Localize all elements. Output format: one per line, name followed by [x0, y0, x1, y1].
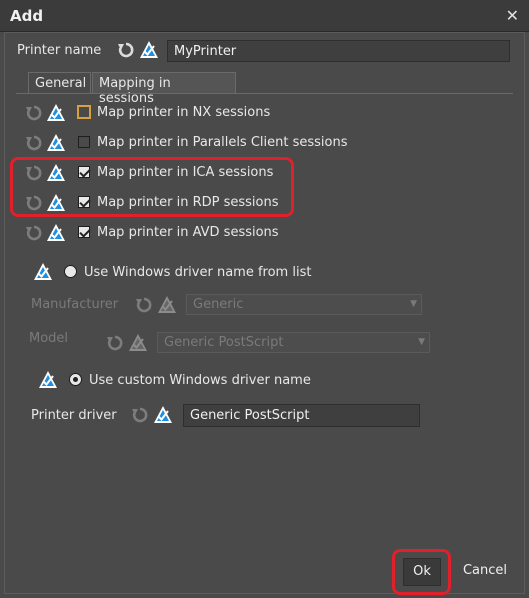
rdp-sessions-checkbox[interactable]	[78, 196, 90, 208]
tab-general[interactable]: General	[28, 72, 91, 94]
chevron-down-icon: ▼	[410, 299, 417, 309]
ica-sessions-label: Map printer in ICA sessions	[97, 165, 274, 180]
custom-driver-radio[interactable]	[69, 373, 82, 386]
inherit-check-icon[interactable]	[46, 103, 66, 123]
reset-icon[interactable]	[116, 40, 136, 60]
reset-icon	[24, 103, 44, 123]
model-label: Model	[29, 331, 69, 346]
reset-icon	[24, 223, 44, 243]
avd-sessions-checkbox[interactable]	[78, 226, 90, 238]
avd-sessions-label: Map printer in AVD sessions	[97, 225, 279, 240]
reset-icon	[134, 295, 154, 315]
inherit-check-icon[interactable]	[46, 133, 66, 153]
inherit-check-icon	[157, 295, 177, 315]
printer-name-input[interactable]: MyPrinter	[167, 40, 510, 62]
manufacturer-label: Manufacturer	[31, 297, 119, 312]
driver-from-list-label: Use Windows driver name from list	[84, 265, 312, 280]
inherit-check-icon[interactable]	[46, 163, 66, 183]
nx-sessions-label: Map printer in NX sessions	[97, 105, 271, 120]
cancel-button[interactable]: Cancel	[456, 558, 514, 586]
manufacturer-select: Generic ▼	[186, 294, 422, 315]
inherit-check-icon[interactable]	[33, 262, 53, 282]
printer-driver-label: Printer driver	[31, 408, 117, 423]
model-value: Generic PostScript	[164, 335, 284, 350]
reset-icon	[105, 333, 125, 353]
tab-divider	[16, 93, 513, 94]
driver-from-list-radio[interactable]	[64, 265, 77, 278]
reset-icon	[130, 405, 150, 425]
ica-sessions-checkbox[interactable]	[78, 166, 90, 178]
inherit-check-icon[interactable]	[139, 40, 159, 60]
custom-driver-label: Use custom Windows driver name	[89, 373, 311, 388]
manufacturer-value: Generic	[193, 297, 244, 312]
inherit-check-icon[interactable]	[46, 223, 66, 243]
reset-icon	[24, 163, 44, 183]
chevron-down-icon: ▼	[418, 337, 425, 347]
ok-button[interactable]: Ok	[403, 558, 441, 586]
inherit-check-icon	[128, 333, 148, 353]
printer-driver-input[interactable]: Generic PostScript	[183, 404, 420, 427]
printer-name-label: Printer name	[17, 43, 102, 58]
window-title: Add	[10, 7, 44, 25]
close-icon[interactable]: ✕	[506, 6, 519, 25]
nx-sessions-checkbox[interactable]	[77, 105, 91, 119]
inherit-check-icon[interactable]	[46, 193, 66, 213]
tab-mapping-in-sessions[interactable]: Mapping in sessions	[92, 72, 236, 106]
reset-icon	[24, 133, 44, 153]
model-select: Generic PostScript ▼	[157, 332, 430, 353]
rdp-sessions-label: Map printer in RDP sessions	[97, 195, 279, 210]
reset-icon	[24, 193, 44, 213]
parallels-sessions-label: Map printer in Parallels Client sessions	[97, 135, 348, 150]
title-bar: Add ✕	[0, 0, 529, 32]
inherit-check-icon[interactable]	[38, 370, 58, 390]
parallels-sessions-checkbox[interactable]	[78, 136, 90, 148]
inherit-check-icon[interactable]	[153, 405, 173, 425]
